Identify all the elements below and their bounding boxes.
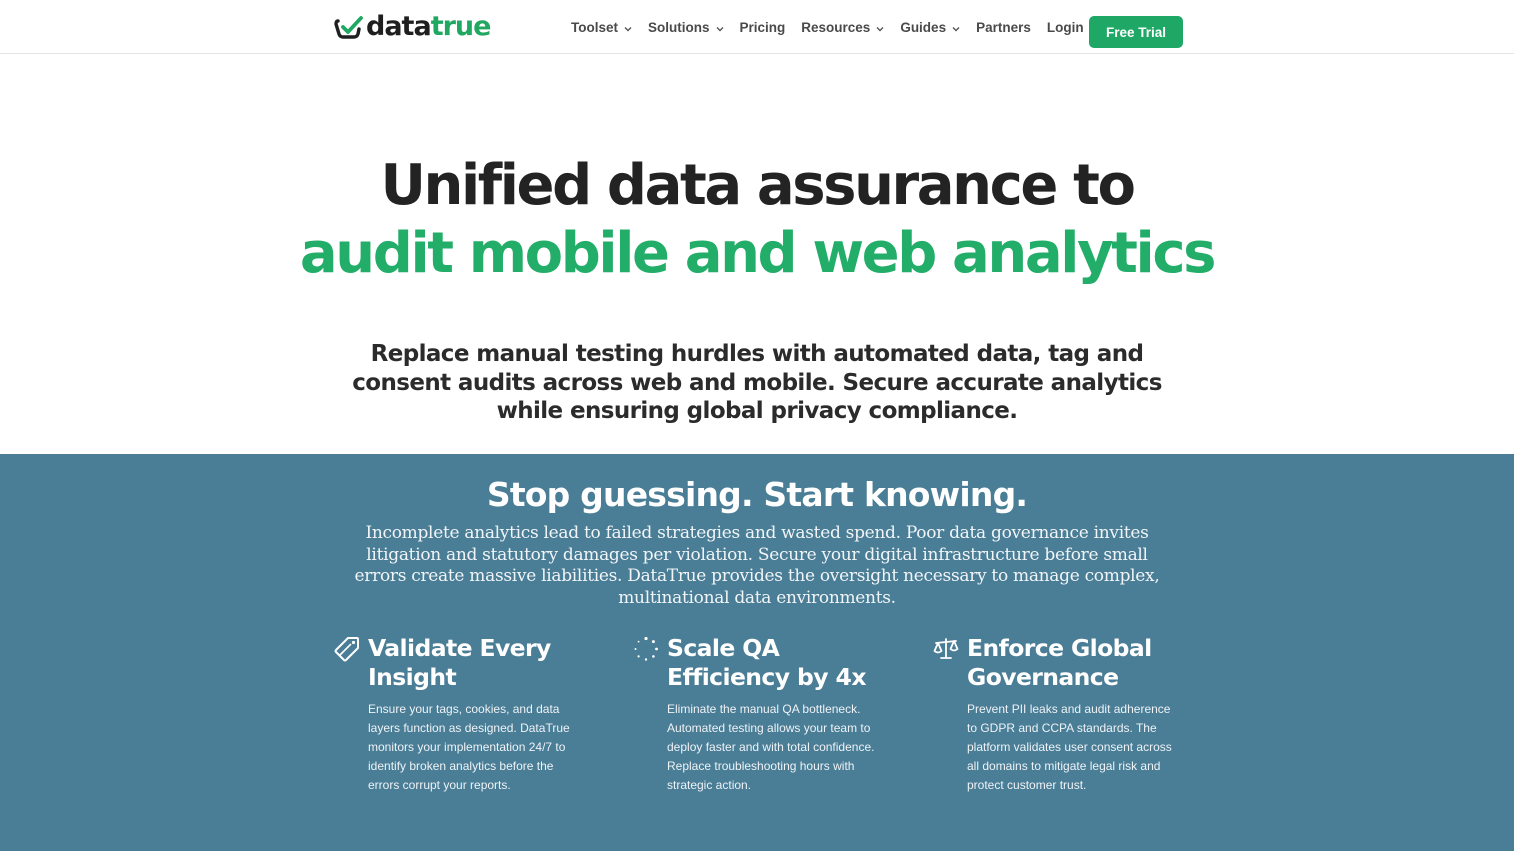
hero-title: Unified data assurance to audit mobile a… <box>0 152 1514 288</box>
nav-item-partners[interactable]: Partners <box>976 20 1031 35</box>
feature-title: Scale QA Efficiency by 4x <box>667 634 866 691</box>
feature-title: Validate Every Insight <box>368 634 551 691</box>
top-navbar: datatrue Toolset Solutions Pricing Resou… <box>0 0 1514 54</box>
brand-wordmark: datatrue <box>366 11 491 42</box>
chevron-down-icon <box>624 20 632 35</box>
brand-logo[interactable]: datatrue <box>334 11 491 42</box>
nav-item-solutions[interactable]: Solutions <box>648 20 724 35</box>
chevron-down-icon <box>876 20 884 35</box>
feature-text: Prevent PII leaks and audit adherence to… <box>967 702 1172 792</box>
tag-icon <box>334 636 360 662</box>
balance-scale-icon <box>933 636 959 662</box>
feature-governance: Enforce Global Governance Prevent PII le… <box>933 634 1181 795</box>
hero-title-line1: Unified data assurance to <box>380 153 1136 218</box>
free-trial-button[interactable]: Free Trial <box>1089 16 1183 48</box>
hero-title-line2: audit mobile and web analytics <box>299 221 1217 286</box>
value-section: Stop guessing. Start knowing. Incomplete… <box>0 454 1514 851</box>
hero-subtitle: Replace manual testing hurdles with auto… <box>352 341 1162 424</box>
feature-text: Ensure your tags, cookies, and data laye… <box>368 702 570 792</box>
chevron-down-icon <box>716 20 724 35</box>
nav-item-resources[interactable]: Resources <box>801 20 884 35</box>
chevron-down-icon <box>952 20 960 35</box>
nav-item-toolset[interactable]: Toolset <box>571 20 632 35</box>
nav-item-guides[interactable]: Guides <box>900 20 960 35</box>
section-title: Stop guessing. Start knowing. <box>486 475 1028 514</box>
section-description: Incomplete analytics lead to failed stra… <box>354 523 1160 608</box>
checkmark-badge-icon <box>334 15 364 39</box>
feature-validate: Validate Every Insight Ensure your tags,… <box>334 634 588 795</box>
main-menu: Toolset Solutions Pricing Resources Guid… <box>571 0 1113 54</box>
spinner-icon <box>633 636 659 662</box>
nav-item-pricing[interactable]: Pricing <box>740 20 786 35</box>
feature-title: Enforce Global Governance <box>967 634 1152 691</box>
feature-scale: Scale QA Efficiency by 4x Eliminate the … <box>634 634 879 795</box>
feature-text: Eliminate the manual QA bottleneck. Auto… <box>667 702 875 792</box>
